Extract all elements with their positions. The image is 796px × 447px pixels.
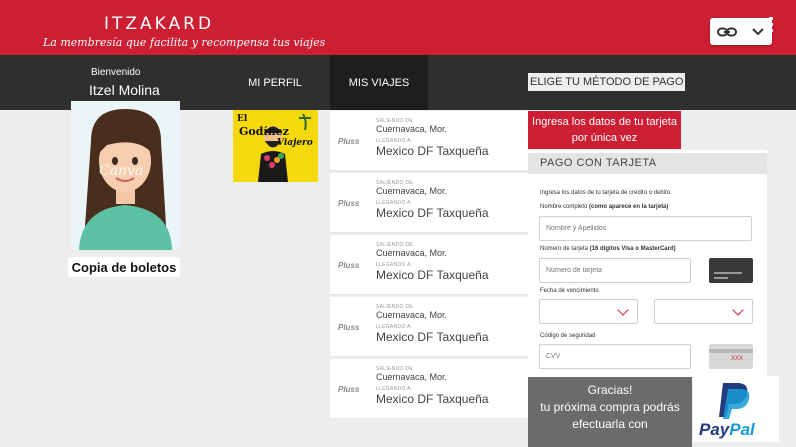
trip-destination: Mexico DF Taxqueña: [376, 144, 489, 158]
name-field-label: Nombre completo (como aparece en la tarj…: [540, 204, 669, 210]
credit-card-front-icon: [709, 258, 753, 283]
trip-destination: Mexico DF Taxqueña: [376, 206, 489, 220]
brand-logo[interactable]: ITZAKARD: [104, 14, 214, 34]
trip-destination: Mexico DF Taxqueña: [376, 392, 489, 406]
avatar: Canva: [71, 101, 180, 250]
brand-tagline: La membresía que facilita y recompensa t…: [43, 36, 326, 49]
expiry-month-select[interactable]: [539, 299, 638, 324]
link-icon[interactable]: [717, 26, 737, 38]
trip-item[interactable]: Pluss SALIENDO DE: Cuernavaca, Mor. LLEG…: [330, 173, 528, 233]
trip-destination: Mexico DF Taxqueña: [376, 330, 489, 344]
card-number-label: Número de tarjeta (16 dígitos Visa o Mas…: [540, 246, 676, 252]
trip-origin: Cuernavaca, Mor.: [376, 248, 448, 258]
logo-godinez: Godínez: [239, 125, 289, 138]
cvv-sample-code: XXX: [731, 356, 744, 362]
pluss-logo: Pluss: [338, 385, 360, 394]
user-name: Itzel Molina: [89, 82, 160, 98]
card-info-banner: Ingresa los datos de tu tarjeta por únic…: [528, 111, 681, 149]
logo-el: El: [237, 114, 248, 124]
godinez-viajero-logo: El Godínez Viajero: [233, 110, 318, 182]
trip-item[interactable]: Pluss SALIENDO DE: Cuernavaca, Mor. LLEG…: [330, 297, 528, 357]
trip-destination: Mexico DF Taxqueña: [376, 268, 489, 282]
paypal-icon: [719, 383, 750, 419]
welcome-label: Bienvenido: [91, 67, 141, 78]
trip-origin: Cuernavaca, Mor.: [376, 124, 448, 134]
logo-viajero: Viajero: [277, 138, 313, 148]
trip-origin: Cuernavaca, Mor.: [376, 372, 448, 382]
expiry-year-select[interactable]: [654, 299, 753, 324]
pluss-logo: Pluss: [338, 261, 360, 270]
chevron-down-icon[interactable]: [751, 27, 765, 37]
copia-boletos-button[interactable]: Copia de boletos: [68, 257, 180, 277]
payment-method-heading: ELIGE TU MÉTODO DE PAGO: [528, 73, 686, 91]
paypal-wordmark: PayPal: [699, 420, 755, 439]
pluss-logo: Pluss: [338, 323, 360, 332]
trip-item[interactable]: Pluss SALIENDO DE: Cuernavaca, Mor. LLEG…: [330, 359, 528, 419]
chevron-down-icon: [617, 303, 629, 316]
thanks-message: Gracias! tu próxima compra podrás efectu…: [528, 377, 692, 447]
credit-card-back-icon: XXX: [709, 344, 753, 369]
cvv-input[interactable]: [539, 344, 691, 369]
expiry-label: Fecha de vencimiento: [540, 288, 599, 294]
tab-mi-perfil[interactable]: MI PERFIL: [229, 55, 321, 110]
trip-item[interactable]: Pluss SALIENDO DE: Cuernavaca, Mor. LLEG…: [330, 111, 528, 171]
cvv-label: Código de seguridad: [540, 333, 596, 339]
name-input[interactable]: [539, 216, 752, 241]
tab-mis-viajes[interactable]: MIS VIAJES: [330, 55, 428, 110]
trip-item[interactable]: Pluss SALIENDO DE: Cuernavaca, Mor. LLEG…: [330, 235, 528, 295]
avatar-watermark: Canva: [99, 163, 144, 179]
chevron-down-icon: [732, 303, 744, 316]
trip-origin: Cuernavaca, Mor.: [376, 186, 448, 196]
card-intro-text: Ingresa los datos de tu tarjeta de credi…: [540, 190, 672, 196]
pluss-logo: Pluss: [338, 199, 360, 208]
share-widget[interactable]: [710, 18, 772, 45]
trip-origin: Cuernavaca, Mor.: [376, 310, 448, 320]
card-number-input[interactable]: [539, 258, 691, 283]
paypal-button[interactable]: PayPal: [693, 376, 779, 442]
card-form-title: PAGO CON TARJETA: [540, 157, 657, 169]
pluss-logo: Pluss: [338, 137, 360, 146]
